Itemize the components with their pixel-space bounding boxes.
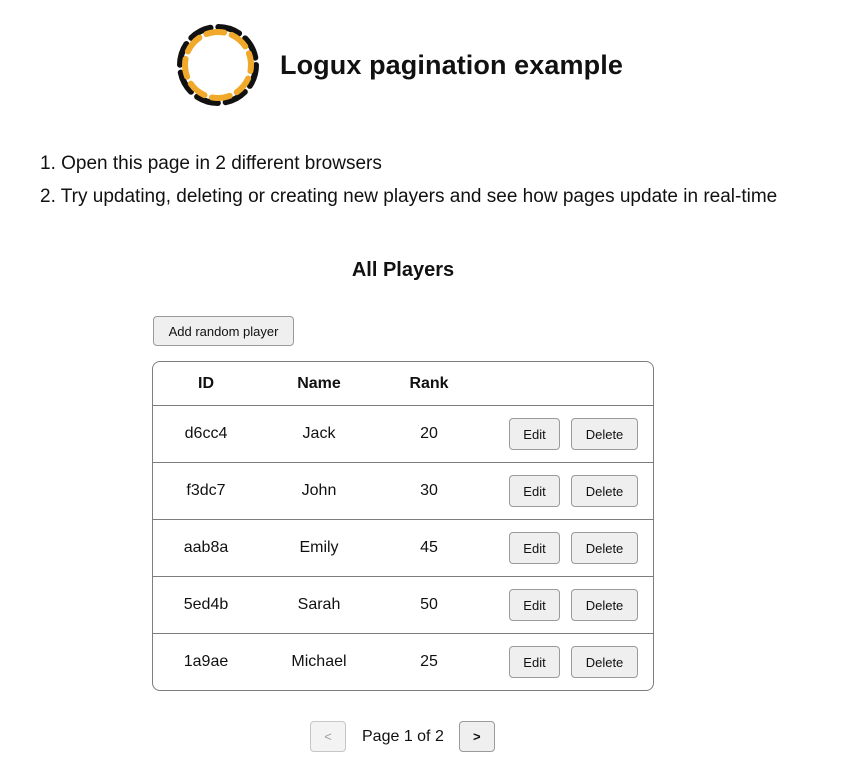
player-id: f3dc7 [153,462,259,520]
player-name: Emily [259,519,379,577]
player-id: 1a9ae [153,633,259,690]
table-row: d6cc4 Jack 20 Edit Delete [153,405,653,463]
delete-button[interactable]: Delete [571,475,638,507]
add-random-player-button[interactable]: Add random player [153,316,294,346]
row-actions: Edit Delete [479,405,653,463]
edit-button[interactable]: Edit [509,532,560,564]
player-id: d6cc4 [153,405,259,463]
column-header-id: ID [198,374,214,392]
instruction-item: 1. Open this page in 2 different browser… [40,153,382,174]
table-header-row: ID Name Rank [153,362,653,406]
page-header: Logux pagination example [172,18,623,112]
player-id: 5ed4b [153,576,259,634]
delete-button[interactable]: Delete [571,418,638,450]
column-header-name: Name [297,374,341,392]
players-title: All Players [351,259,455,281]
player-id: aab8a [153,519,259,577]
player-name: John [259,462,379,520]
player-rank: 45 [379,519,479,577]
delete-button[interactable]: Delete [571,532,638,564]
row-actions: Edit Delete [479,633,653,690]
player-rank: 25 [379,633,479,690]
table-row: f3dc7 John 30 Edit Delete [153,462,653,520]
players-table-container: ID Name Rank d6cc4 Jack 20 Edit Delete f3… [152,361,654,691]
logux-logo-icon [177,24,259,106]
table-row: aab8a Emily 45 Edit Delete [153,519,653,577]
row-actions: Edit Delete [479,462,653,520]
edit-button[interactable]: Edit [509,646,560,678]
instruction-item: 2. Try updating, deleting or creating ne… [40,186,778,207]
player-rank: 20 [379,405,479,463]
player-name: Jack [259,405,379,463]
instructions-list: 1. Open this page in 2 different browser… [40,150,777,216]
page-indicator: Page 1 of 2 [362,727,444,745]
edit-button[interactable]: Edit [509,418,560,450]
table-row: 1a9ae Michael 25 Edit Delete [153,633,653,690]
delete-button[interactable]: Delete [571,646,638,678]
player-name: Sarah [259,576,379,634]
row-actions: Edit Delete [479,519,653,577]
player-rank: 50 [379,576,479,634]
edit-button[interactable]: Edit [509,475,560,507]
edit-button[interactable]: Edit [509,589,560,621]
table-row: 5ed4b Sarah 50 Edit Delete [153,576,653,634]
player-rank: 30 [379,462,479,520]
delete-button[interactable]: Delete [571,589,638,621]
next-page-button[interactable]: > [458,721,495,752]
pagination: < Page 1 of 2 > [310,721,495,752]
app-title: Logux pagination example [280,49,623,80]
column-header-actions [479,362,653,406]
column-header-rank: Rank [409,374,449,392]
player-name: Michael [259,633,379,690]
row-actions: Edit Delete [479,576,653,634]
players-table: ID Name Rank d6cc4 Jack 20 Edit Delete f3… [153,362,653,690]
previous-page-button[interactable]: < [310,721,346,752]
